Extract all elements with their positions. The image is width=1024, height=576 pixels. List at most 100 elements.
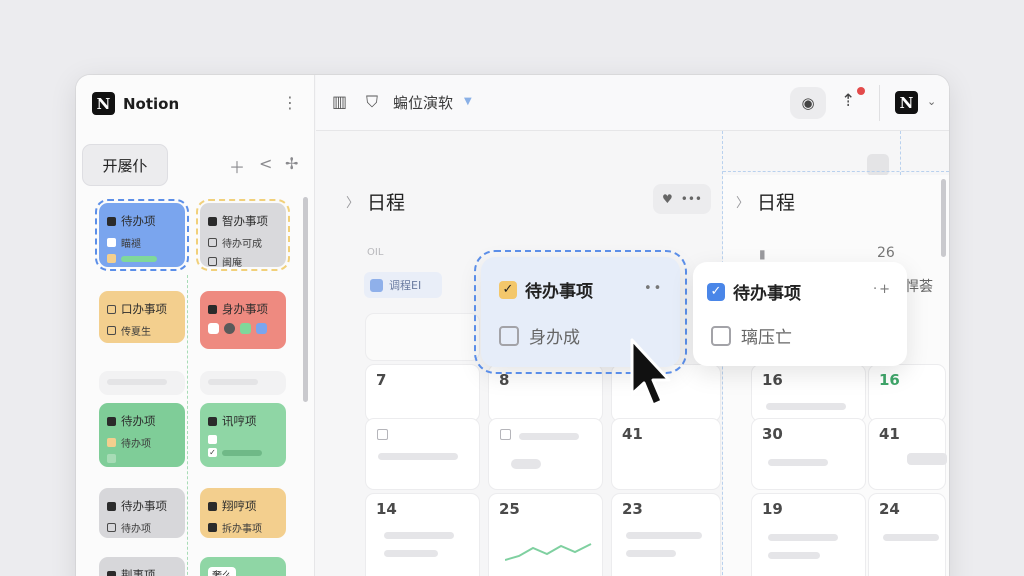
section-actions[interactable]: ♥ ••• [653,184,711,214]
chip-label: 调程EI [389,279,422,292]
day-number: 41 [879,425,900,443]
calendar-cell[interactable] [488,418,603,490]
workspace-logo-icon[interactable]: N [895,91,918,114]
more-horizontal-icon: ••• [680,192,702,206]
card-title: 荆事项 [121,568,156,576]
sidebar-card[interactable]: 翔哼项 拆办事项 [200,488,286,538]
calendar-cell[interactable]: 24 [868,493,946,576]
top-bar: ▥ ⛉ 蝙位演软 ▼ ◉ ⇡ N ⌄ [316,75,949,131]
sidebar-card[interactable]: 身办事项 [200,291,286,349]
card-title: 口办事项 [121,302,167,316]
checkbox-checked-icon[interactable]: ✓ [499,280,517,299]
calendar-cell[interactable] [365,418,480,490]
card-title: 待办项 [121,414,156,428]
checkbox[interactable] [711,325,731,346]
sparkline-icon [505,543,592,561]
day-number: 30 [762,425,783,443]
sidebar-card[interactable]: 奢么 [200,557,286,576]
more-horizontal-icon[interactable]: •• [644,281,663,296]
share-small-icon[interactable]: < [259,154,272,173]
chevron-down-icon[interactable]: ▼ [464,96,472,107]
calendar-cell[interactable]: 16 [751,364,866,422]
calendar-cell[interactable]: 41 [611,418,721,490]
share-icon[interactable]: ⇡ [841,91,855,111]
sidebar-card[interactable]: 待办项 瞄褪 [95,199,189,271]
checkbox[interactable] [499,325,519,346]
day-number: 25 [499,500,520,518]
month-label: OIL [367,247,384,258]
calendar-cell[interactable]: 19 [751,493,866,576]
app-window: N Notion ⋮ 开屡仆 ＋ < ✢ 待办项 瞄褪 智办事项 待办可成 闽庵… [76,75,949,576]
sidebar-scroll-thumb[interactable] [303,197,308,402]
sidebar-card[interactable]: 讯哼项 ✓ [200,403,286,467]
day-number: 8 [499,371,510,389]
eye-button[interactable]: ◉ [790,87,826,119]
sidebar-scrollbar[interactable] [303,197,308,576]
ghost-label: ▮ [759,247,766,261]
card-line: 待办项 [121,524,151,535]
mouse-cursor-icon [630,338,671,407]
drag-guide [187,275,188,576]
card-line: 传夏生 [121,327,151,338]
notification-dot [857,87,865,95]
calendar-cell[interactable]: 41 [868,418,947,490]
sidebar-card[interactable]: 荆事项 [99,557,185,576]
chevron-right-icon: 〉 [346,196,360,211]
card-title: 身办事项 [222,302,268,316]
right-scrollbar[interactable] [941,179,946,257]
section-title: 日程 [367,192,406,214]
sidebar-toggle-icon[interactable]: ▥ [332,92,347,111]
day-number: 23 [622,500,643,518]
section-header-left[interactable]: 〉 日程 [346,188,405,215]
heart-icon: ♥ [662,192,673,206]
workspace-row: 开屡仆 ＋ < ✢ [82,144,309,186]
card-title: 奢么 [208,567,236,576]
more-horizontal-icon[interactable]: ·+ [873,282,892,297]
sidebar-card[interactable]: 待办项 待办项 [99,403,185,467]
calendar-cell[interactable]: 14 [365,493,480,576]
move-icon[interactable]: ✢ [285,154,298,173]
calendar-cell[interactable]: 7 [365,364,480,422]
page-title[interactable]: 蝙位演软 [393,92,453,113]
checkbox-checked-icon[interactable]: ✓ [707,282,725,301]
checkbox[interactable] [500,429,511,440]
workspace-button[interactable]: 开屡仆 [82,144,168,186]
eye-icon: ◉ [801,94,815,112]
card-line: 瞄褪 [121,239,141,250]
sidebar-card[interactable]: 口办事项 传夏生 [99,291,185,343]
brand-name: Notion [123,94,180,113]
notion-logo-icon: N [92,92,115,115]
day-number: 19 [762,500,783,518]
section-header-right[interactable]: 〉 日程 [736,188,795,215]
schedule-chip[interactable]: 调程EI [364,272,442,298]
checkbox[interactable] [377,429,388,440]
calendar-cell[interactable] [365,313,480,361]
todo-card[interactable]: ✓ 待办事项 ·+ 璃压亡 [693,262,907,366]
day-number: 41 [622,425,643,443]
edge-text: 悍荟 [905,279,933,295]
chevron-down-icon[interactable]: ⌄ [927,95,936,108]
card-title: 翔哼项 [222,499,257,513]
sidebar-card[interactable]: 智办事项 待办可成 闽庵 [196,199,290,271]
calendar-cell[interactable]: 23 [611,493,721,576]
calendar-cell[interactable]: 25 [488,493,603,576]
brand[interactable]: N Notion [92,92,179,115]
chevron-right-icon: 〉 [736,196,750,211]
toolbar-divider [879,85,880,121]
card-title: 待办项 [121,214,156,228]
calendar-cell[interactable]: 16 [868,364,946,422]
calendar-cell[interactable]: 8 [488,364,603,422]
shield-icon[interactable]: ⛉ [366,92,378,112]
calendar-icon [370,278,383,292]
calendar-cell[interactable]: 30 [751,418,866,490]
day-number: 16 [879,371,900,389]
sidebar: N Notion ⋮ 开屡仆 ＋ < ✢ 待办项 瞄褪 智办事项 待办可成 闽庵… [76,75,315,576]
sidebar-card[interactable]: 待办事项 待办项 [99,488,185,538]
day-number: 7 [376,371,387,389]
add-icon[interactable]: ＋ [229,154,245,178]
guide-line [723,171,949,172]
more-vertical-icon[interactable]: ⋮ [282,93,298,112]
card-title: 智办事项 [222,214,268,228]
card-line: 拆办事项 [222,524,262,535]
card-title: 待办事项 [733,284,801,304]
